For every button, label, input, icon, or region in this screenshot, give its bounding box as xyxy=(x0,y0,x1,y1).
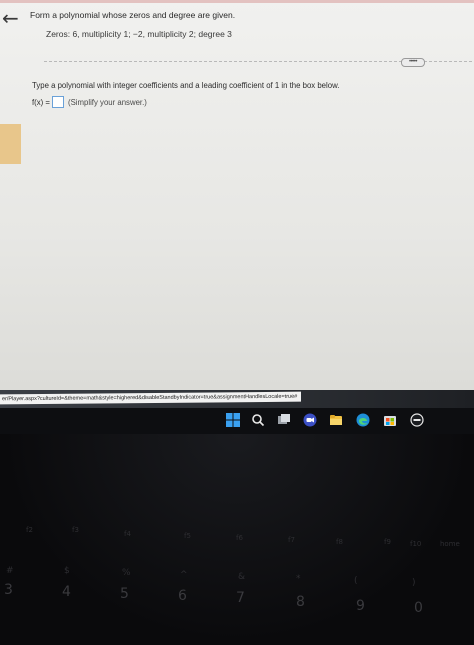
key-f7: f7 xyxy=(288,536,295,544)
key-f5: f5 xyxy=(184,532,191,540)
key-3: 3 xyxy=(4,582,13,598)
browser-viewport: ← Form a polynomial whose zeros and degr… xyxy=(0,0,474,390)
key-f9: f9 xyxy=(384,538,391,546)
key-0: 0 xyxy=(414,600,423,616)
key-8: 8 xyxy=(296,594,305,610)
answer-row: f(x) = (Simplify your answer.) xyxy=(32,95,147,109)
answer-instruction: Type a polynomial with integer coefficie… xyxy=(32,81,340,90)
key-f2: f2 xyxy=(26,526,33,534)
key-9: 9 xyxy=(356,598,365,614)
key-asterisk: * xyxy=(296,574,301,584)
search-icon[interactable] xyxy=(251,413,265,427)
key-5: 5 xyxy=(120,586,129,602)
key-f4: f4 xyxy=(124,530,131,538)
key-f8: f8 xyxy=(336,538,343,546)
chat-icon[interactable] xyxy=(303,413,317,427)
key-close-paren: ) xyxy=(412,578,416,588)
key-hash: # xyxy=(6,566,14,576)
question-zeros: Zeros: 6, multiplicity 1; −2, multiplici… xyxy=(46,29,232,39)
key-f3: f3 xyxy=(72,526,79,534)
key-4: 4 xyxy=(62,584,71,600)
key-f6: f6 xyxy=(236,534,243,542)
answer-prefix: f(x) = xyxy=(32,97,50,107)
side-panel-tab[interactable] xyxy=(0,124,21,164)
key-dollar: $ xyxy=(64,566,70,576)
task-view-icon[interactable] xyxy=(277,413,291,427)
key-ampersand: & xyxy=(238,572,246,582)
key-caret: ^ xyxy=(180,570,188,580)
question-title: Form a polynomial whose zeros and degree… xyxy=(30,10,236,20)
key-percent: % xyxy=(122,568,131,578)
key-home: home xyxy=(440,540,460,548)
store-icon[interactable] xyxy=(383,413,397,427)
key-6: 6 xyxy=(178,588,187,604)
windows-start-icon[interactable] xyxy=(226,413,240,427)
expand-more-button[interactable]: ••••• xyxy=(401,58,425,67)
laptop-keyboard: f2 f3 f4 f5 f6 f7 f8 f9 f10 home # $ % ^… xyxy=(0,434,474,645)
dell-icon[interactable] xyxy=(410,413,424,427)
answer-hint: (Simplify your answer.) xyxy=(67,97,147,107)
answer-input[interactable] xyxy=(51,96,64,108)
edge-icon[interactable] xyxy=(356,413,370,427)
key-7: 7 xyxy=(236,590,245,606)
file-explorer-icon[interactable] xyxy=(329,413,343,427)
key-open-paren: ( xyxy=(354,576,358,586)
back-arrow-icon[interactable]: ← xyxy=(2,8,19,28)
key-f10: f10 xyxy=(410,540,422,548)
top-accent-bar xyxy=(0,0,474,3)
